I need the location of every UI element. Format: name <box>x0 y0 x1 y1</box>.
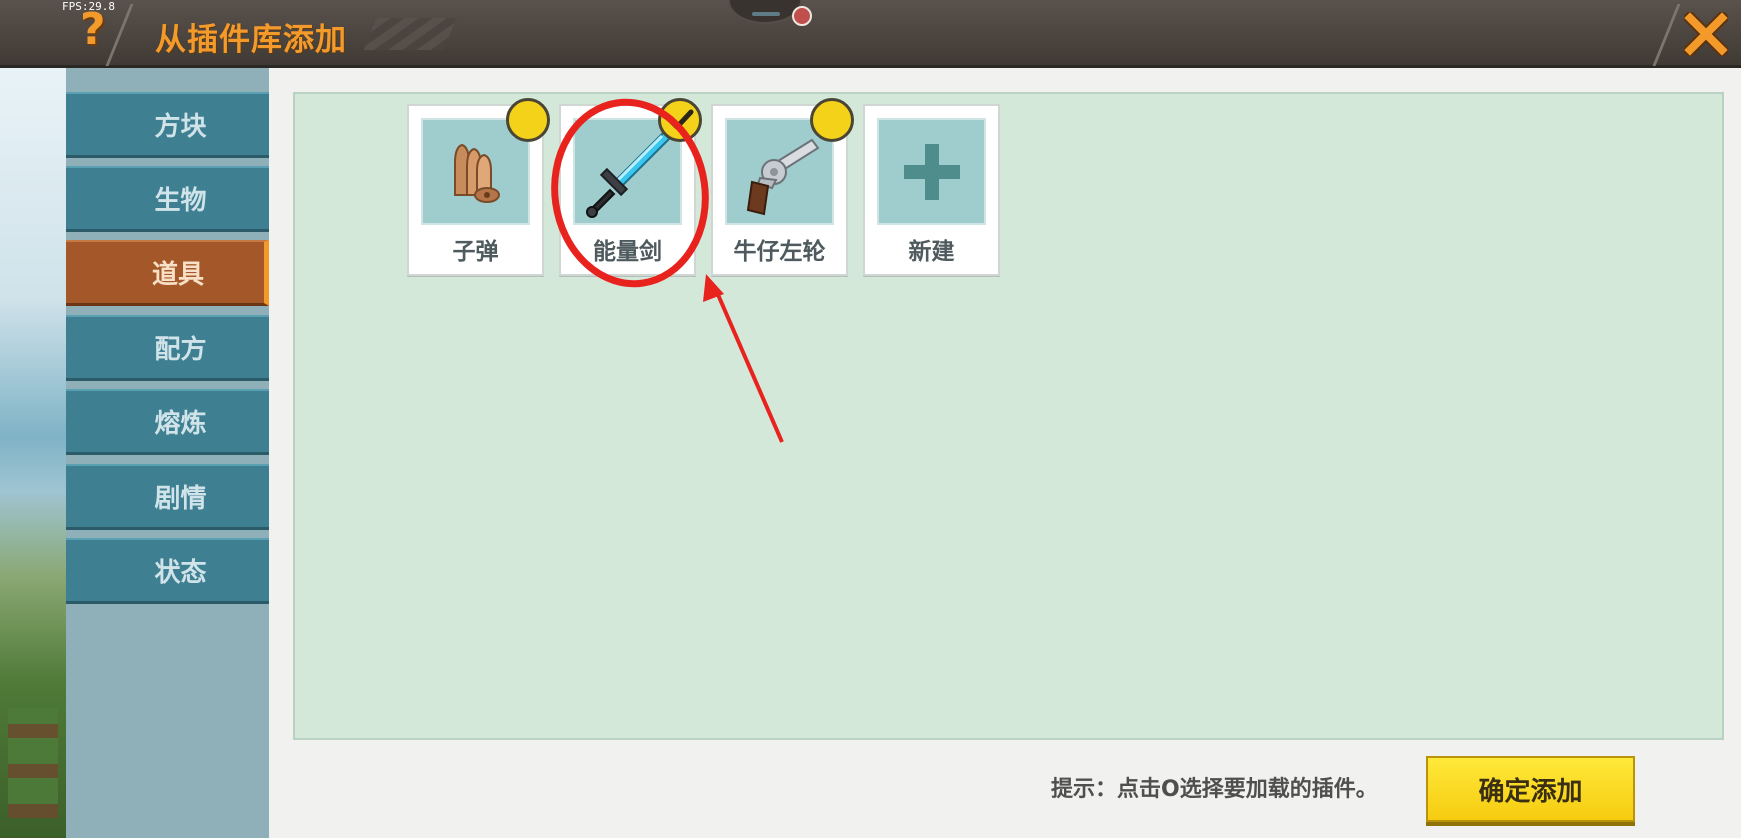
plugin-label: 牛仔左轮 <box>733 239 826 265</box>
select-toggle[interactable] <box>658 98 702 142</box>
hint-text: 提示：点击O选择要加载的插件。 <box>1051 777 1378 802</box>
category-sidebar: 方块 生物 道具 配方 熔炼 剧情 状态 <box>66 68 269 838</box>
background-block <box>8 708 58 818</box>
sidebar-item-label: 生物 <box>154 186 207 216</box>
pull-tab-dash <box>752 12 780 16</box>
page-title: 从插件库添加 <box>155 22 347 58</box>
header-divider <box>105 4 134 66</box>
confirm-add-button[interactable]: 确定添加 <box>1426 756 1635 822</box>
bullets-icon <box>453 143 500 203</box>
revolver-icon <box>746 138 819 215</box>
sidebar-item-story[interactable]: 剧情 <box>66 464 269 530</box>
plugin-card-energy-sword[interactable]: 能量剑 <box>559 98 702 276</box>
sidebar-item-smelting[interactable]: 熔炼 <box>66 389 269 455</box>
plugin-grid: 子弹 能量剑 牛仔左轮 新建 <box>293 92 1724 740</box>
plugin-label: 子弹 <box>452 239 499 265</box>
sidebar-item-label: 道具 <box>151 260 204 290</box>
title-decoration <box>363 18 457 50</box>
plugin-card-cowboy-revolver[interactable]: 牛仔左轮 <box>711 98 854 276</box>
close-button[interactable] <box>1680 8 1732 60</box>
sidebar-item-label: 熔炼 <box>154 409 207 439</box>
sidebar-item-recipes[interactable]: 配方 <box>66 315 269 381</box>
sidebar-item-label: 剧情 <box>154 484 207 514</box>
sidebar-item-creatures[interactable]: 生物 <box>66 166 269 232</box>
sidebar-item-props[interactable]: 道具 <box>66 240 269 306</box>
plugin-thumbnail <box>877 118 986 225</box>
record-indicator-icon <box>792 6 812 26</box>
header-divider-right <box>1652 4 1681 66</box>
energy-sword-icon <box>585 130 671 218</box>
close-icon <box>1684 12 1728 56</box>
plugin-card-new[interactable]: 新建 <box>863 104 1000 276</box>
plugin-label: 新建 <box>908 239 955 265</box>
main-panel: 子弹 能量剑 牛仔左轮 新建 <box>269 68 1741 838</box>
sidebar-item-status[interactable]: 状态 <box>66 538 269 604</box>
select-toggle[interactable] <box>810 98 854 142</box>
plugin-label: 能量剑 <box>593 239 662 265</box>
top-pull-tab[interactable] <box>728 0 802 24</box>
checkmark-icon <box>667 109 694 130</box>
help-button[interactable]: ? <box>80 8 106 52</box>
plus-icon <box>903 143 960 200</box>
select-toggle[interactable] <box>506 98 550 142</box>
plugin-card-bullets[interactable]: 子弹 <box>407 98 550 276</box>
sidebar-item-label: 配方 <box>154 335 207 365</box>
sidebar-item-label: 方块 <box>154 112 207 142</box>
sidebar-item-label: 状态 <box>154 558 207 588</box>
world-background <box>0 68 66 838</box>
sidebar-item-blocks[interactable]: 方块 <box>66 92 269 158</box>
title-bar: FPS:29.8 ? 从插件库添加 <box>0 0 1741 68</box>
